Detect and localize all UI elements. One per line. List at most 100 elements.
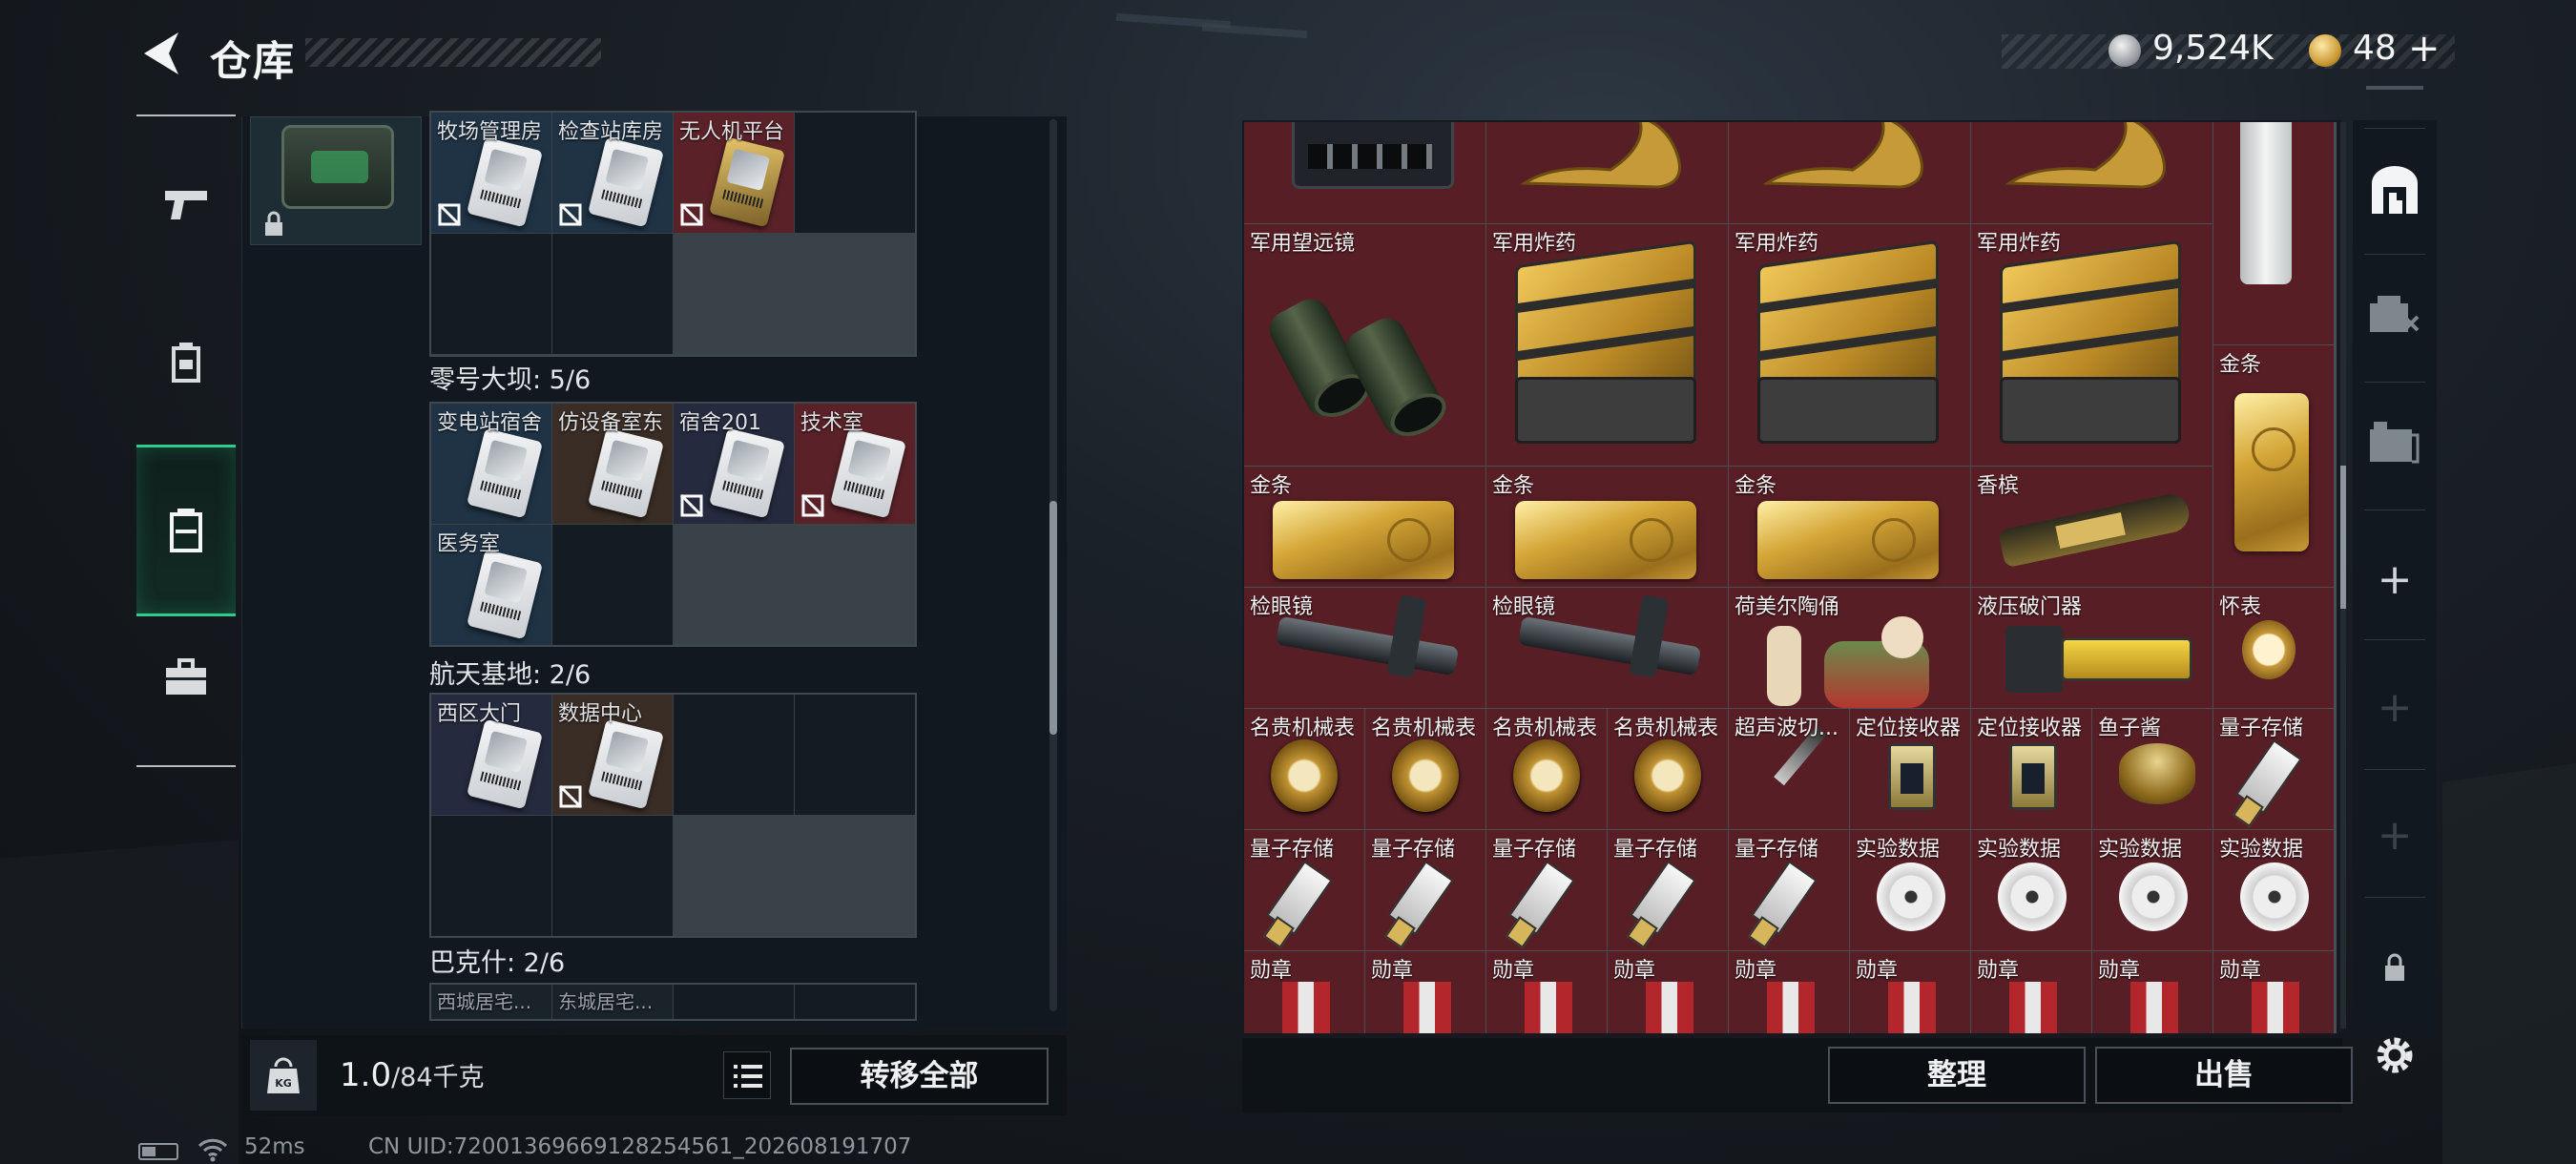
- empty-slot[interactable]: [552, 234, 673, 354]
- item-medal[interactable]: 勋章: [1365, 951, 1485, 1033]
- storage-tab-expansion-icon[interactable]: [2366, 288, 2423, 342]
- item-quantum-storage[interactable]: 量子存储: [1608, 830, 1728, 950]
- nav-armor[interactable]: [136, 277, 236, 448]
- key-slot[interactable]: 西城居宅...: [431, 985, 551, 1019]
- item-medal[interactable]: 勋章: [1486, 951, 1607, 1033]
- key-slot[interactable]: 变电站宿舍: [431, 404, 551, 524]
- back-arrow-icon[interactable]: [136, 29, 190, 78]
- key-slot[interactable]: 东城居宅...: [552, 985, 673, 1019]
- empty-slot[interactable]: [795, 113, 915, 233]
- key-slot[interactable]: 牧场管理房: [431, 113, 551, 233]
- add-currency-button[interactable]: +: [2408, 27, 2441, 71]
- item-medal[interactable]: 勋章: [1244, 951, 1364, 1033]
- item-locator-receiver[interactable]: 定位接收器: [1971, 709, 2091, 829]
- right-scrollbar[interactable]: [2340, 122, 2346, 1029]
- locker-icon: [170, 509, 202, 552]
- settings-gear-icon[interactable]: [2370, 1030, 2420, 1080]
- item-champagne[interactable]: 香槟: [1971, 467, 2212, 587]
- item-oxygen-tank[interactable]: [2213, 122, 2334, 344]
- item-experiment-data[interactable]: 实验数据: [2213, 830, 2334, 950]
- item-explosive[interactable]: 军用炸药: [1971, 224, 2212, 466]
- item-luxury-watch[interactable]: 名贵机械表: [1365, 709, 1485, 829]
- item-pocket-watch[interactable]: 怀表: [2213, 588, 2334, 708]
- item-locator-receiver[interactable]: 定位接收器: [1850, 709, 1970, 829]
- item-gold-horse[interactable]: [1486, 122, 1728, 223]
- tab-divider: [2364, 382, 2425, 383]
- item-gold-horse[interactable]: [1729, 122, 1970, 223]
- item-medal[interactable]: 勋章: [1850, 951, 1970, 1033]
- nav-storage[interactable]: [136, 445, 236, 616]
- item-quantum-storage[interactable]: 量子存储: [1365, 830, 1485, 950]
- sell-button[interactable]: 出售: [2095, 1047, 2353, 1104]
- empty-slot[interactable]: [674, 985, 794, 1019]
- nav-weapons[interactable]: [136, 118, 236, 290]
- item-gold-horse[interactable]: [1971, 122, 2212, 223]
- key-slot[interactable]: 仿设备室东: [552, 404, 673, 524]
- key-slot[interactable]: 西区大门: [431, 695, 551, 815]
- item-quantum-storage[interactable]: 量子存储: [1244, 830, 1364, 950]
- item-luxury-watch[interactable]: 名贵机械表: [1608, 709, 1728, 829]
- item-medal[interactable]: 勋章: [2213, 951, 2334, 1033]
- empty-slot[interactable]: [795, 695, 915, 815]
- add-storage-tab-icon[interactable]: +: [2372, 685, 2418, 731]
- item-luxury-watch[interactable]: 名贵机械表: [1244, 709, 1364, 829]
- empty-slot[interactable]: [552, 816, 673, 936]
- item-gold-bar[interactable]: 金条: [1486, 467, 1728, 587]
- item-ophthalmoscope[interactable]: 检眼镜: [1486, 588, 1728, 708]
- empty-slot[interactable]: [431, 816, 551, 936]
- add-storage-tab-icon[interactable]: +: [2372, 813, 2418, 859]
- empty-slot[interactable]: [431, 234, 551, 354]
- storage-tab-main-icon[interactable]: [2366, 162, 2423, 219]
- empty-slot[interactable]: [674, 695, 794, 815]
- item-ophthalmoscope[interactable]: 检眼镜: [1244, 588, 1485, 708]
- item-ultrasonic-cutter[interactable]: 超声波切...: [1729, 709, 1849, 829]
- item-caviar[interactable]: 鱼子酱: [2092, 709, 2212, 829]
- item-quantum-storage[interactable]: 量子存储: [1729, 830, 1849, 950]
- item-experiment-data[interactable]: 实验数据: [1850, 830, 1970, 950]
- item-gold-bar[interactable]: 金条: [1729, 467, 1970, 587]
- empty-slot[interactable]: [552, 525, 673, 645]
- item-explosive[interactable]: 军用炸药: [1729, 224, 1970, 466]
- item-explosive[interactable]: 军用炸药: [1486, 224, 1728, 466]
- item-hydraulic-breacher[interactable]: 液压破门器: [1971, 588, 2212, 708]
- item-gold-bar[interactable]: 金条: [1244, 467, 1485, 587]
- key-grid-spacebase: 西区大门 数据中心: [429, 693, 917, 938]
- key-slot[interactable]: 数据中心: [552, 695, 673, 815]
- storage-tab-crate-icon[interactable]: [2366, 416, 2423, 469]
- right-scroll-thumb[interactable]: [2340, 466, 2346, 609]
- left-scrollbar[interactable]: [1049, 119, 1057, 1011]
- item-medal[interactable]: 勋章: [1729, 951, 1849, 1033]
- item-medal[interactable]: 勋章: [1608, 951, 1728, 1033]
- item-luxury-watch[interactable]: 名贵机械表: [1486, 709, 1607, 829]
- key-slot[interactable]: 技术室: [795, 404, 915, 524]
- item-radio[interactable]: [1244, 122, 1485, 223]
- no-carry-icon: [558, 202, 583, 227]
- nav-divider-bottom: [136, 765, 236, 767]
- key-slot[interactable]: 无人机平台: [674, 113, 794, 233]
- weight-kg-icon: KG: [267, 1057, 300, 1093]
- add-storage-tab-icon[interactable]: +: [2372, 557, 2418, 603]
- nav-tools[interactable]: [136, 592, 236, 763]
- item-experiment-data[interactable]: 实验数据: [2092, 830, 2212, 950]
- item-medal[interactable]: 勋章: [2092, 951, 2212, 1033]
- empty-slot[interactable]: [795, 985, 915, 1019]
- item-quantum-storage[interactable]: 量子存储: [1486, 830, 1607, 950]
- left-scroll-thumb[interactable]: [1049, 501, 1057, 735]
- organize-button[interactable]: 整理: [1828, 1047, 2086, 1104]
- key-slot[interactable]: 检查站库房: [552, 113, 673, 233]
- item-experiment-data[interactable]: 实验数据: [1971, 830, 2091, 950]
- item-gold-bar[interactable]: 金条: [2213, 345, 2334, 587]
- key-case-item[interactable]: [250, 116, 422, 245]
- item-binoculars[interactable]: 军用望远镜: [1244, 224, 1485, 466]
- key-slot[interactable]: 医务室: [431, 525, 551, 645]
- lock-icon: [265, 211, 282, 236]
- section-title-spacebase: 航天基地: 2/6: [429, 660, 592, 690]
- item-quantum-storage[interactable]: 量子存储: [2213, 709, 2334, 829]
- item-figurine[interactable]: 荷美尔陶俑: [1729, 588, 1970, 708]
- weight-button[interactable]: KG: [250, 1040, 317, 1111]
- key-slot[interactable]: 宿舍201: [674, 404, 794, 524]
- nav-divider-top: [136, 114, 236, 116]
- item-medal[interactable]: 勋章: [1971, 951, 2091, 1033]
- transfer-all-button[interactable]: 转移全部: [790, 1048, 1049, 1105]
- list-view-button[interactable]: [723, 1051, 771, 1099]
